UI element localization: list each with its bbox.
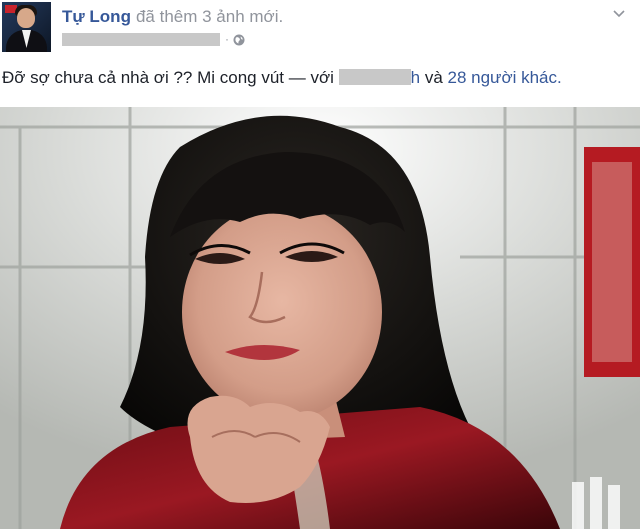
caption-text: Đỡ sợ chưa cả nhà ơi ?? Mi cong vút — vớ…: [2, 68, 334, 87]
redacted-tagged-name[interactable]: [338, 69, 411, 85]
globe-icon[interactable]: [233, 33, 245, 46]
bottle: [608, 485, 620, 529]
meta-separator: ·: [225, 32, 229, 46]
avatar-face: [17, 8, 35, 28]
caption-conjunction: và: [424, 68, 443, 87]
redacted-timestamp[interactable]: [62, 32, 220, 46]
face: [182, 204, 382, 420]
bottle: [590, 477, 602, 529]
post-caption: Đỡ sợ chưa cả nhà ơi ?? Mi cong vút — vớ…: [2, 67, 562, 89]
author-avatar[interactable]: [2, 2, 51, 52]
post-meta: ·: [62, 31, 245, 47]
post-photo[interactable]: [0, 107, 640, 529]
chevron-down-icon[interactable]: [612, 6, 626, 20]
tagged-name-suffix[interactable]: h: [411, 68, 420, 87]
poster-panel: [592, 162, 632, 362]
post-header: Tự Long đã thêm 3 ảnh mới.: [62, 6, 283, 28]
author-name-link[interactable]: Tự Long: [62, 7, 131, 26]
bottle: [572, 482, 584, 529]
post-action-text: đã thêm 3 ảnh mới.: [135, 7, 284, 26]
others-link[interactable]: 28 người khác.: [448, 68, 562, 87]
facebook-post: Tự Long đã thêm 3 ảnh mới. · Đỡ sợ chưa c…: [0, 0, 640, 529]
